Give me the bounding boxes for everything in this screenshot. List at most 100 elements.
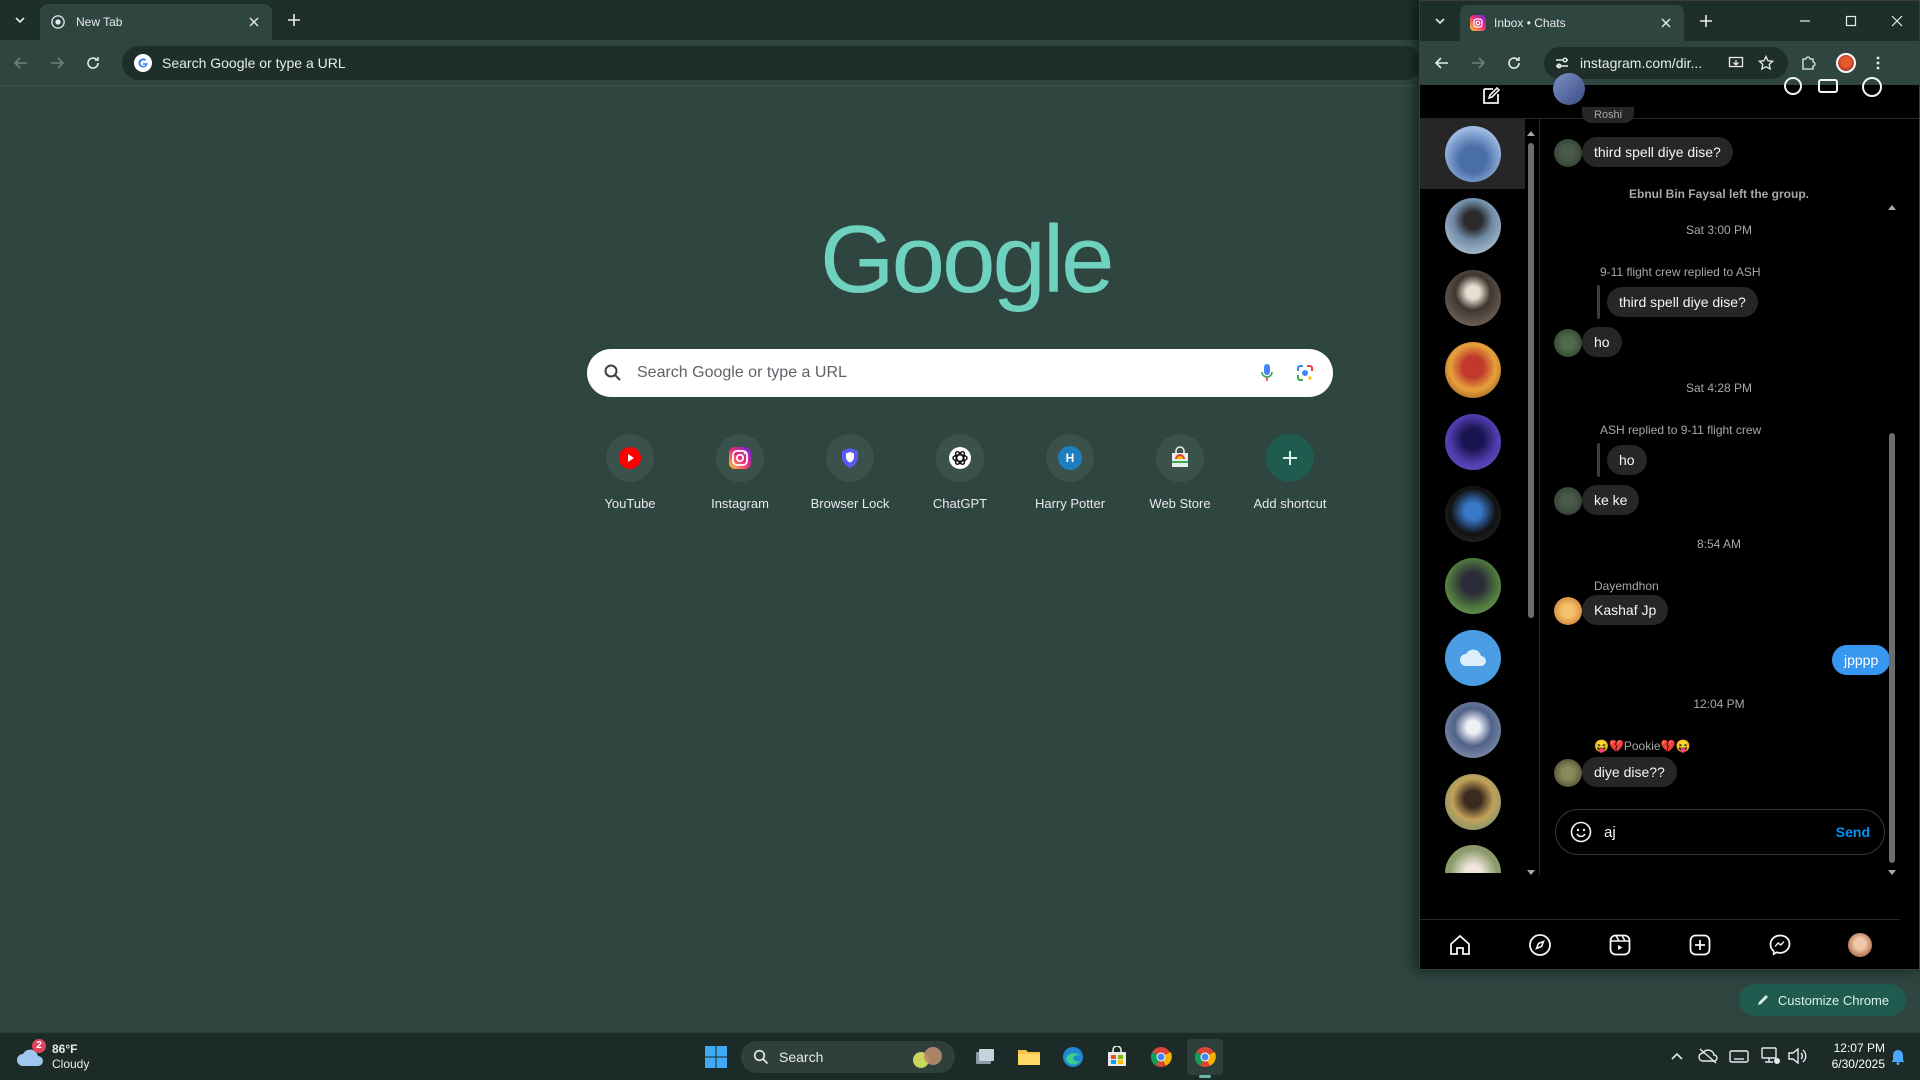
- popup-new-tab-button[interactable]: [1694, 9, 1718, 33]
- message-input[interactable]: [1604, 823, 1836, 841]
- new-tab-button[interactable]: [282, 8, 306, 32]
- popup-address-bar[interactable]: instagram.com/dir...: [1544, 47, 1788, 79]
- weather-widget[interactable]: 2 86°F Cloudy: [16, 1039, 126, 1075]
- popup-forward-button[interactable]: [1466, 51, 1490, 75]
- forward-button[interactable]: [44, 50, 70, 76]
- back-button[interactable]: [8, 50, 34, 76]
- ntp-search-input[interactable]: [637, 364, 1241, 382]
- tab-inbox-chats[interactable]: Inbox • Chats: [1460, 5, 1684, 41]
- nav-profile[interactable]: [1844, 929, 1876, 961]
- nav-home[interactable]: [1444, 929, 1476, 961]
- file-explorer-button[interactable]: [1011, 1039, 1047, 1075]
- chat-list-item[interactable]: [1420, 263, 1525, 333]
- chrome-profile-taskbar-button[interactable]: [1187, 1039, 1223, 1075]
- avatar: [1554, 597, 1582, 625]
- chat-list-scrollbar[interactable]: [1526, 129, 1536, 889]
- input-indicator-button[interactable]: [1728, 1045, 1750, 1067]
- taskbar-clock[interactable]: 12:07 PM 6/30/2025: [1815, 1040, 1885, 1072]
- scroll-down-icon[interactable]: [1526, 869, 1536, 877]
- quoted-message[interactable]: ho: [1607, 445, 1647, 475]
- minimize-button[interactable]: [1785, 9, 1825, 33]
- popup-tab-search-button[interactable]: [1428, 9, 1452, 33]
- chat-list-item[interactable]: [1420, 191, 1525, 261]
- chat-list-item[interactable]: [1420, 551, 1525, 621]
- scroll-up-icon[interactable]: [1526, 129, 1536, 137]
- maximize-button[interactable]: [1831, 9, 1871, 33]
- onedrive-button[interactable]: [1697, 1045, 1719, 1067]
- shortcuts-grid: YouTube Instagram Browser Lock ChatGPT H…: [575, 430, 1345, 530]
- thread-header-avatar[interactable]: [1553, 73, 1585, 105]
- sender-name: 😝💔Pookie💔😝: [1594, 739, 1691, 753]
- shortcut-web-store[interactable]: Web Store: [1125, 430, 1235, 530]
- taskbar-search[interactable]: Search: [741, 1041, 955, 1073]
- chat-list-item[interactable]: [1420, 623, 1525, 693]
- chrome-taskbar-button[interactable]: [1143, 1039, 1179, 1075]
- tab-new-tab[interactable]: New Tab: [40, 4, 272, 40]
- voice-search-button[interactable]: [1255, 361, 1279, 385]
- scroll-up-icon[interactable]: [1887, 203, 1897, 211]
- shortcut-instagram[interactable]: Instagram: [685, 430, 795, 530]
- nav-reels[interactable]: [1604, 929, 1636, 961]
- video-call-icon[interactable]: [1818, 79, 1838, 93]
- reload-button[interactable]: [80, 50, 106, 76]
- shortcut-browser-lock[interactable]: Browser Lock: [795, 430, 905, 530]
- nav-explore[interactable]: [1524, 929, 1556, 961]
- thread-scrollbar[interactable]: [1886, 203, 1898, 883]
- install-app-button[interactable]: [1724, 51, 1748, 75]
- nav-create[interactable]: [1684, 929, 1716, 961]
- customize-chrome-button[interactable]: Customize Chrome: [1739, 984, 1906, 1016]
- chat-list-item[interactable]: [1420, 839, 1525, 873]
- shortcut-harry-potter[interactable]: H Harry Potter: [1015, 430, 1125, 530]
- chat-list-item[interactable]: [1420, 335, 1525, 405]
- message-bubble[interactable]: ke ke: [1582, 485, 1640, 515]
- scrollbar-thumb[interactable]: [1528, 143, 1534, 618]
- info-icon[interactable]: [1862, 77, 1882, 97]
- task-view-button[interactable]: [967, 1039, 1003, 1075]
- close-tab-icon[interactable]: [1658, 15, 1674, 31]
- tab-search-button[interactable]: [8, 8, 32, 32]
- shortcut-chatgpt[interactable]: ChatGPT: [905, 430, 1015, 530]
- send-button[interactable]: Send: [1836, 824, 1870, 840]
- chat-list-item[interactable]: [1420, 767, 1525, 837]
- edge-button[interactable]: [1055, 1039, 1091, 1075]
- google-lens-button[interactable]: [1293, 361, 1317, 385]
- extensions-button[interactable]: [1796, 51, 1820, 75]
- volume-button[interactable]: [1786, 1045, 1808, 1067]
- message-bubble[interactable]: Kashaf Jp: [1582, 595, 1669, 625]
- ntp-search-box[interactable]: [587, 349, 1333, 397]
- chat-list-item[interactable]: [1420, 407, 1525, 477]
- notifications-button[interactable]: [1887, 1045, 1909, 1067]
- address-bar[interactable]: Search Google or type a URL: [122, 46, 1422, 80]
- scroll-down-icon[interactable]: [1887, 869, 1897, 877]
- notification-badge: 2: [32, 1039, 46, 1053]
- network-button[interactable]: [1760, 1045, 1782, 1067]
- message-bubble[interactable]: third spell diye dise?: [1582, 137, 1733, 167]
- scrollbar-thumb[interactable]: [1889, 433, 1895, 863]
- microsoft-store-button[interactable]: [1099, 1039, 1135, 1075]
- message-bubble[interactable]: ho: [1582, 327, 1622, 357]
- chat-list-item[interactable]: [1420, 119, 1525, 189]
- my-message-bubble[interactable]: jpppp: [1832, 645, 1891, 675]
- bookmark-button[interactable]: [1754, 51, 1778, 75]
- reply-context: 9-11 flight crew replied to ASH: [1600, 265, 1761, 279]
- windows-logo-icon: [705, 1046, 727, 1068]
- shortcut-youtube[interactable]: YouTube: [575, 430, 685, 530]
- call-icon[interactable]: [1784, 77, 1802, 95]
- menu-button[interactable]: [1866, 51, 1890, 75]
- popup-back-button[interactable]: [1430, 51, 1454, 75]
- shortcut-add[interactable]: Add shortcut: [1235, 430, 1345, 530]
- quoted-message[interactable]: third spell diye dise?: [1607, 287, 1758, 317]
- show-hidden-icons-button[interactable]: [1666, 1045, 1688, 1067]
- close-tab-icon[interactable]: [246, 14, 262, 30]
- chat-list-item[interactable]: [1420, 695, 1525, 765]
- popup-reload-button[interactable]: [1502, 51, 1526, 75]
- profile-button[interactable]: [1834, 51, 1858, 75]
- chat-list-item[interactable]: [1420, 479, 1525, 549]
- start-button[interactable]: [698, 1039, 734, 1075]
- message-bubble[interactable]: diye dise??: [1582, 757, 1677, 787]
- emoji-icon[interactable]: [1570, 821, 1592, 843]
- compass-icon: [1529, 933, 1551, 956]
- close-window-button[interactable]: [1877, 9, 1917, 33]
- nav-messages[interactable]: [1764, 929, 1796, 961]
- new-message-button[interactable]: [1480, 85, 1502, 107]
